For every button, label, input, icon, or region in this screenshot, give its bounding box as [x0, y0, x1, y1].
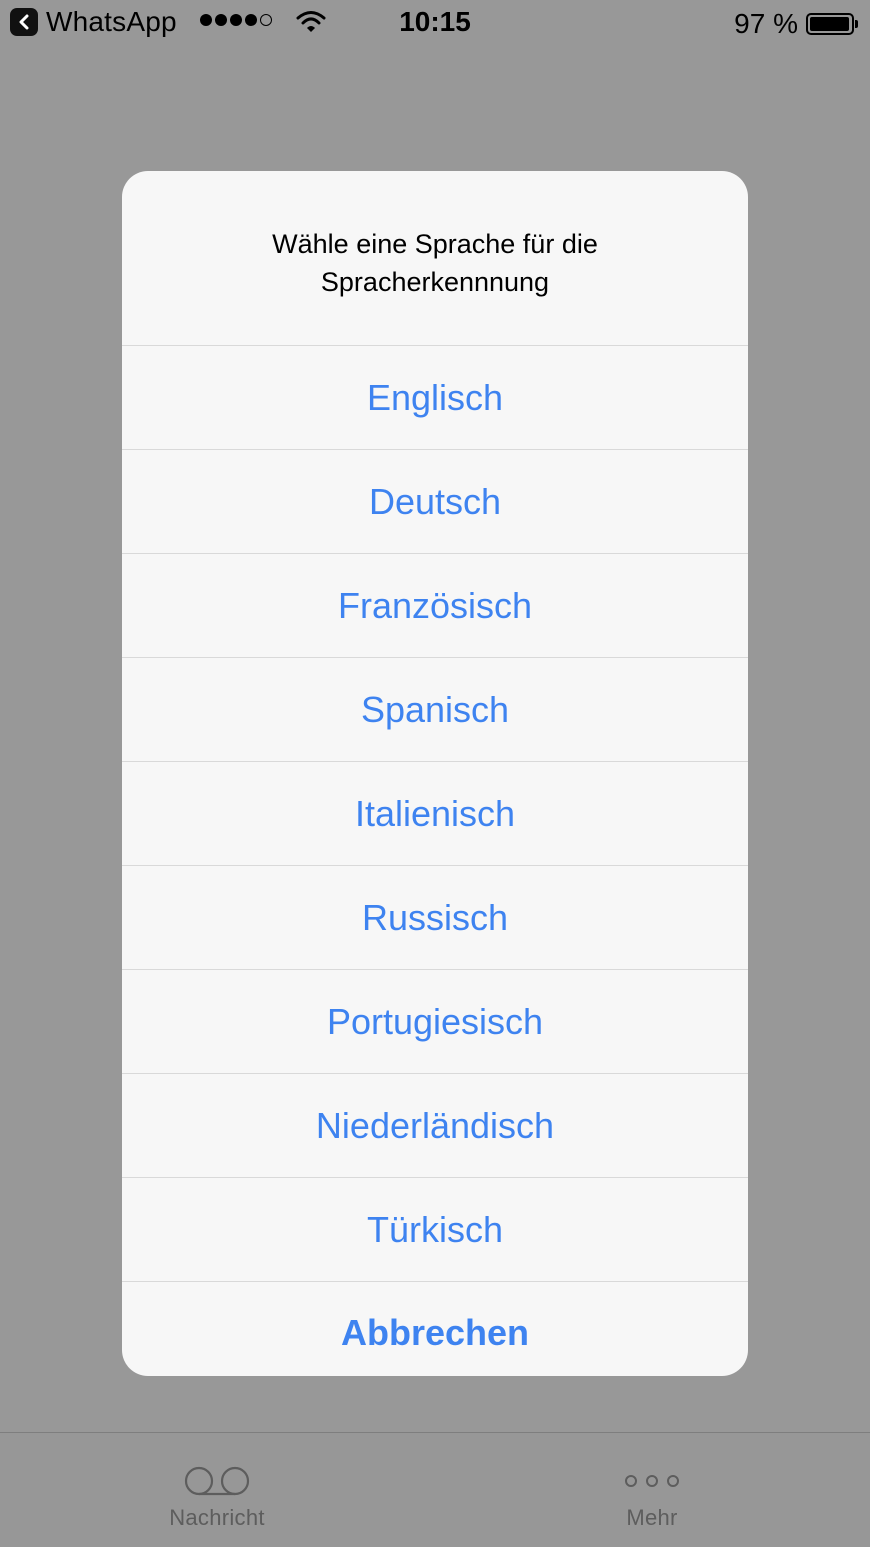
- battery-icon: [806, 13, 854, 35]
- language-alert: Wähle eine Sprache für die Spracherkennn…: [122, 171, 748, 1376]
- status-bar: WhatsApp 10:15 97 %: [0, 0, 870, 48]
- battery-tip: [855, 20, 858, 28]
- tab-voicemail[interactable]: Nachricht: [117, 1433, 317, 1547]
- battery-indicator: 97 %: [734, 8, 858, 40]
- battery-fill: [810, 17, 849, 31]
- tab-more-label: Mehr: [626, 1505, 678, 1530]
- battery-percent: 97 %: [734, 8, 798, 39]
- tab-more[interactable]: Mehr: [552, 1433, 752, 1547]
- option-english[interactable]: Englisch: [122, 345, 748, 449]
- voicemail-icon: [183, 1463, 251, 1499]
- tab-bar: Nachricht Mehr: [0, 1432, 870, 1547]
- cancel-button[interactable]: Abbrechen: [122, 1281, 748, 1376]
- option-portuguese[interactable]: Portugiesisch: [122, 969, 748, 1073]
- option-russian[interactable]: Russisch: [122, 865, 748, 969]
- alert-header: Wähle eine Sprache für die Spracherkennn…: [122, 171, 748, 345]
- more-dots-icon: [624, 1463, 680, 1499]
- option-french[interactable]: Französisch: [122, 553, 748, 657]
- option-german[interactable]: Deutsch: [122, 449, 748, 553]
- alert-title: Wähle eine Sprache für die Spracherkennn…: [272, 229, 598, 297]
- option-spanish[interactable]: Spanisch: [122, 657, 748, 761]
- option-turkish[interactable]: Türkisch: [122, 1177, 748, 1281]
- tab-voicemail-label: Nachricht: [169, 1505, 265, 1530]
- option-dutch[interactable]: Niederländisch: [122, 1073, 748, 1177]
- option-italian[interactable]: Italienisch: [122, 761, 748, 865]
